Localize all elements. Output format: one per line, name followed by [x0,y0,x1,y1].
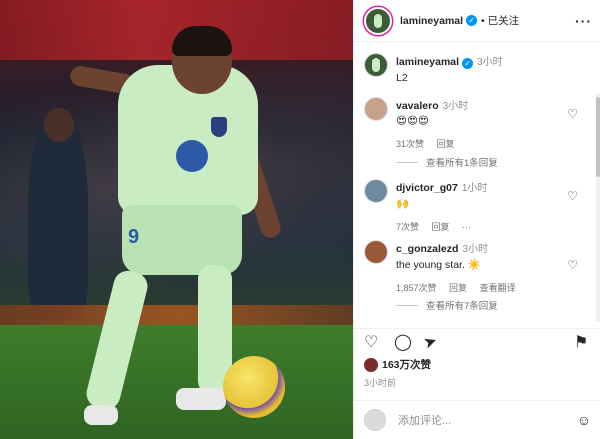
reply-button[interactable]: 回复 [437,139,455,149]
caption-time: 3小时 [477,57,503,68]
view-replies-button[interactable]: 查看所有1条回复 [396,155,498,169]
comment-username[interactable]: djvictor_g07 [396,182,458,194]
comment-avatar[interactable] [364,97,388,121]
comment-text: the young star. ☀️ [396,259,481,271]
caption-username[interactable]: lamineyamal [396,56,459,68]
player-boot-left [84,405,118,425]
sponsor-logo [176,140,208,172]
comment-meta: 1,857次赞 回复 查看翻译 [396,281,580,294]
comment-likes[interactable]: 1,857次赞 [396,283,437,293]
likes-count[interactable]: 163万次赞 [382,357,431,372]
comment-bubble-icon[interactable]: ◯ [394,335,412,351]
comment-like-icon[interactable]: ♡ [567,189,578,203]
comment-meta: 31次赞 回复 [396,137,580,150]
comment-username[interactable]: vavalero [396,100,439,112]
emoji-icon[interactable]: ☺ [577,412,591,428]
post-time: 3小时前 [364,378,397,388]
comments-list[interactable]: lamineyamal ✓ 3小时 L2 vavalero 3小时 😍😍😍 31次赞 … [354,43,600,321]
author-username[interactable]: lamineyamal [400,15,463,27]
post-header: lamineyamal ✓ • 已关注 ··· [354,0,600,42]
caption-text: L2 [396,72,408,84]
comment-item: djvictor_g07 1小时 🙌 7次赞 回复 ··· ♡ [354,179,590,233]
comment-likes[interactable]: 31次赞 [396,139,424,149]
reply-button[interactable]: 回复 [432,222,450,232]
comment-username[interactable]: c_gonzalezd [396,243,458,255]
comment-time: 3小时 [462,244,488,255]
author-avatar[interactable] [364,6,392,35]
verified-icon: ✓ [462,58,474,69]
liker-avatar [364,357,378,372]
player-hair [172,26,232,56]
ad-board [0,305,353,327]
comment-avatar[interactable] [364,240,388,264]
share-send-icon[interactable]: ➤ [421,332,439,353]
comment-text: 😍😍😍 [396,115,429,127]
comment-avatar[interactable] [364,179,388,203]
post-photo[interactable]: 9 [0,0,353,439]
view-replies-button[interactable]: 查看所有7条回复 [396,298,498,312]
action-bar: ♡ ◯ ➤ ⚑ [354,328,600,356]
verified-icon: ✓ [466,15,478,26]
caption-avatar[interactable] [364,53,388,77]
bookmark-icon[interactable]: ⚑ [574,335,588,351]
comments-scrollbar[interactable] [596,93,600,321]
add-comment-bar: 添加评论... ☺ [354,400,600,439]
comment-meta: 7次赞 回复 ··· [396,220,580,233]
comment-like-icon[interactable]: ♡ [567,107,578,121]
add-comment-input[interactable]: 添加评论... [398,412,451,428]
comment-time: 1小时 [461,183,488,194]
comment-item: vavalero 3小时 😍😍😍 31次赞 回复 ♡ [354,97,590,150]
comment-likes[interactable]: 7次赞 [396,222,419,232]
likes-summary[interactable]: 163万次赞 [364,357,431,372]
comment-item: c_gonzalezd 3小时 the young star. ☀️ 1,857次… [354,240,590,294]
shorts-number: 9 [128,226,140,248]
player-shorts [122,205,242,275]
comment-more-icon[interactable]: ··· [462,222,471,232]
like-heart-icon[interactable]: ♡ [364,335,378,351]
background-player-head [44,108,74,142]
reply-button[interactable]: 回复 [449,283,467,293]
post-side-panel: lamineyamal ✓ • 已关注 ··· lamineyamal ✓ 3小时 … [353,0,600,439]
football [223,356,285,418]
comment-like-icon[interactable]: ♡ [567,258,578,272]
comment-time: 3小时 [442,101,469,112]
comment-text: 🙌 [396,198,410,210]
club-crest [211,117,227,137]
pitch-grass [0,325,353,439]
more-icon[interactable]: ··· [575,13,592,29]
translate-button[interactable]: 查看翻译 [480,283,516,293]
player-boot-right [176,388,226,410]
follow-status-button[interactable]: • 已关注 [481,13,519,28]
caption-row: lamineyamal ✓ 3小时 L2 [354,53,590,84]
current-user-avatar [364,409,386,431]
